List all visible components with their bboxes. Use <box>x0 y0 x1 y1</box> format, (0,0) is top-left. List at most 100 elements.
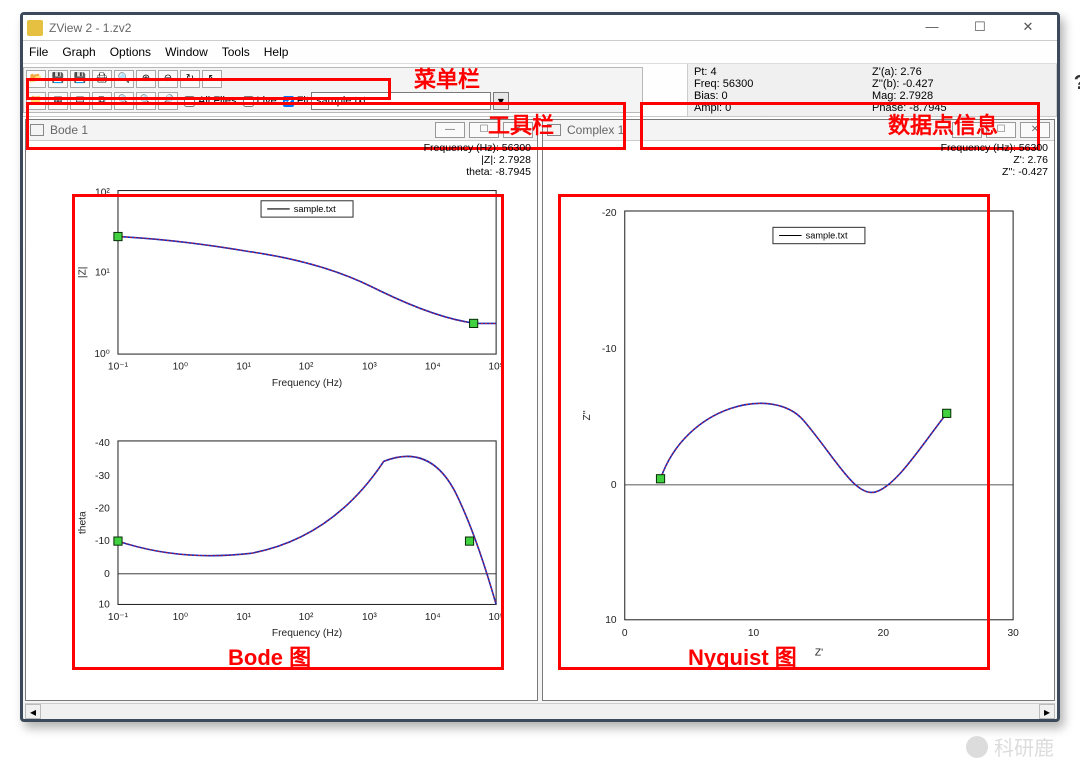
svg-text:10⁵: 10⁵ <box>488 361 504 372</box>
complex-window-icon <box>547 124 561 136</box>
info-pt: Pt: 4 <box>694 66 872 78</box>
complex-close-button[interactable]: ✕ <box>1020 122 1050 138</box>
help-icon[interactable]: ? <box>1074 72 1080 95</box>
fit-checkbox[interactable]: Fit <box>283 95 309 107</box>
svg-text:10²: 10² <box>95 188 110 199</box>
svg-text:30: 30 <box>1007 628 1019 639</box>
svg-text:sample.txt: sample.txt <box>806 231 848 241</box>
svg-text:10¹: 10¹ <box>236 361 251 372</box>
svg-text:10⁴: 10⁴ <box>425 361 441 372</box>
svg-text:10⁰: 10⁰ <box>173 361 188 372</box>
cursor-icon[interactable]: ↖ <box>202 70 222 88</box>
grid-icon[interactable]: ▦ <box>48 92 68 110</box>
svg-text:10³: 10³ <box>362 361 377 372</box>
complex-titlebar: Complex 1 — ☐ ✕ <box>543 120 1054 141</box>
menu-graph[interactable]: Graph <box>62 45 95 59</box>
complex-title: Complex 1 <box>567 123 624 137</box>
info-za: Z'(a): 2.76 <box>872 66 1050 78</box>
saveas-icon[interactable]: 💾 <box>70 70 90 88</box>
svg-text:10⁰: 10⁰ <box>173 612 188 623</box>
svg-text:0: 0 <box>622 628 628 639</box>
svg-text:10³: 10³ <box>362 612 377 623</box>
svg-text:-30: -30 <box>95 471 110 482</box>
bode-subwindow: Bode 1 — ☐ ✕ Frequency (Hz): 56300 |Z|: … <box>25 119 538 701</box>
scroll-right-icon[interactable]: ▸ <box>1039 704 1055 719</box>
file-field[interactable] <box>311 92 491 110</box>
menu-file[interactable]: File <box>29 45 48 59</box>
open-icon[interactable]: 📂 <box>26 70 46 88</box>
toolbar: 📂 💾 💾 🖨 🔍 ⊕ ⊖ ↻ ↖ 📁 ▦ ▤ ⧉ 🔍 🔍 🔎 All Fi <box>23 67 643 113</box>
window-title: ZView 2 - 1.zv2 <box>49 21 917 35</box>
horizontal-scrollbar[interactable]: ◂ ▸ <box>25 703 1055 719</box>
svg-text:Frequency (Hz): Frequency (Hz) <box>272 378 342 389</box>
menu-window[interactable]: Window <box>165 45 208 59</box>
bode-close-button[interactable]: ✕ <box>503 122 533 138</box>
svg-text:0: 0 <box>611 480 617 491</box>
bode-titlebar: Bode 1 — ☐ ✕ <box>26 120 537 141</box>
allfiles-checkbox[interactable]: All Files <box>184 95 237 107</box>
watermark: 科研鹿 <box>966 732 1054 761</box>
svg-text:-20: -20 <box>95 503 110 514</box>
folder-icon[interactable]: 📁 <box>26 92 46 110</box>
nyquist-plot: -20 -10 0 10 0 10 20 30 Z' <box>543 141 1054 700</box>
svg-text:10: 10 <box>98 600 110 611</box>
menu-tools[interactable]: Tools <box>222 45 250 59</box>
magnify2-icon[interactable]: 🔍 <box>136 92 156 110</box>
file-dropdown-icon[interactable]: ▾ <box>493 92 509 110</box>
menu-options[interactable]: Options <box>110 45 151 59</box>
svg-text:-20: -20 <box>602 208 617 219</box>
live-checkbox[interactable]: Live <box>243 95 277 107</box>
refresh-icon[interactable]: ↻ <box>180 70 200 88</box>
info-zb: Z''(b): -0.427 <box>872 78 1050 90</box>
watermark-icon <box>966 736 988 758</box>
zoom-reset-icon[interactable]: 🔎 <box>158 92 178 110</box>
close-button[interactable]: ✕ <box>1013 18 1043 38</box>
zoom-in-icon[interactable]: ⊕ <box>136 70 156 88</box>
magnify-icon[interactable]: 🔍 <box>114 92 134 110</box>
info-mag: Mag: 2.7928 <box>872 90 1050 102</box>
svg-text:10⁴: 10⁴ <box>425 612 441 623</box>
svg-text:10⁻¹: 10⁻¹ <box>108 612 129 623</box>
bode-title: Bode 1 <box>50 123 88 137</box>
svg-text:-10: -10 <box>95 536 110 547</box>
info-freq: Freq: 56300 <box>694 78 872 90</box>
titlebar: ZView 2 - 1.zv2 — ☐ ✕ <box>23 15 1057 41</box>
svg-text:20: 20 <box>878 628 890 639</box>
window-icon[interactable]: ⧉ <box>92 92 112 110</box>
preview-icon[interactable]: 🔍 <box>114 70 134 88</box>
svg-text:|Z|: |Z| <box>77 267 88 279</box>
info-phase: Phase: -8.7945 <box>872 102 1050 114</box>
svg-text:10¹: 10¹ <box>95 267 110 278</box>
complex-subwindow: Complex 1 — ☐ ✕ Frequency (Hz): 56300 Z'… <box>542 119 1055 701</box>
zoom-out-icon[interactable]: ⊖ <box>158 70 178 88</box>
menu-help[interactable]: Help <box>264 45 289 59</box>
svg-text:Z': Z' <box>815 648 823 659</box>
menubar: File Graph Options Window Tools Help <box>23 41 1057 64</box>
complex-info-strip: Frequency (Hz): 56300 Z': 2.76 Z'': -0.4… <box>937 141 1052 179</box>
svg-text:sample.txt: sample.txt <box>294 204 336 214</box>
svg-text:-40: -40 <box>95 438 110 449</box>
svg-text:Frequency (Hz): Frequency (Hz) <box>272 628 342 639</box>
complex-minimize-button[interactable]: — <box>952 122 982 138</box>
info-bias: Bias: 0 <box>694 90 872 102</box>
workarea: Bode 1 — ☐ ✕ Frequency (Hz): 56300 |Z|: … <box>23 117 1057 719</box>
table-icon[interactable]: ▤ <box>70 92 90 110</box>
svg-text:10⁵: 10⁵ <box>488 612 504 623</box>
svg-text:10⁰: 10⁰ <box>94 349 109 360</box>
save-icon[interactable]: 💾 <box>48 70 68 88</box>
svg-text:10²: 10² <box>299 361 314 372</box>
minimize-button[interactable]: — <box>917 18 947 38</box>
bode-maximize-button[interactable]: ☐ <box>469 122 499 138</box>
print-icon[interactable]: 🖨 <box>92 70 112 88</box>
svg-text:Z'': Z'' <box>582 410 593 420</box>
complex-maximize-button[interactable]: ☐ <box>986 122 1016 138</box>
bode-minimize-button[interactable]: — <box>435 122 465 138</box>
svg-text:10: 10 <box>748 628 760 639</box>
toolbar-area: 📂 💾 💾 🖨 🔍 ⊕ ⊖ ↻ ↖ 📁 ▦ ▤ ⧉ 🔍 🔍 🔎 All Fi <box>23 64 1057 117</box>
bode-plot: 10⁰ 10¹ 10² 10⁻¹ 10⁰ 10¹ 10² 10³ 10⁴ <box>26 141 537 700</box>
scroll-left-icon[interactable]: ◂ <box>25 704 41 719</box>
app-icon <box>27 20 43 36</box>
maximize-button[interactable]: ☐ <box>965 18 995 38</box>
svg-text:-10: -10 <box>602 344 617 355</box>
info-ampl: Ampl: 0 <box>694 102 872 114</box>
